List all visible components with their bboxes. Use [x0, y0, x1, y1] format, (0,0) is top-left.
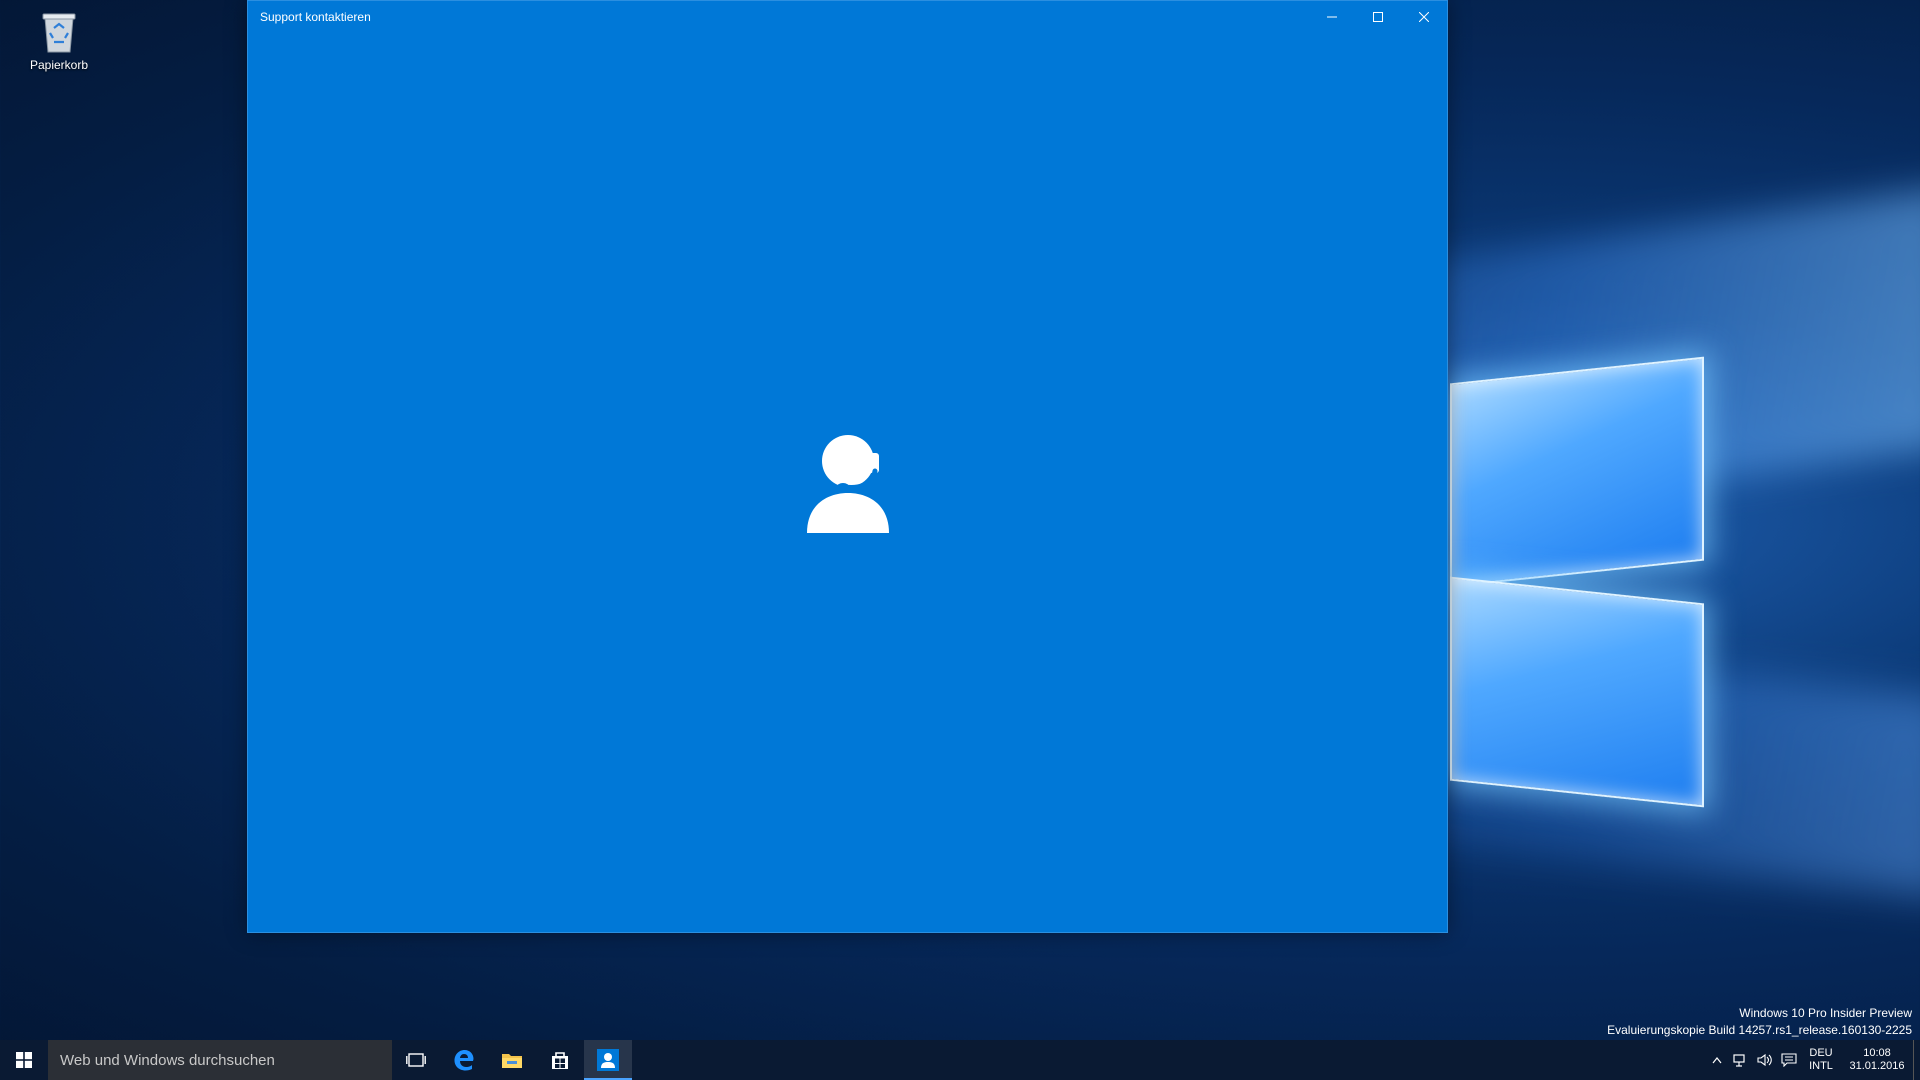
tray-overflow-button[interactable]	[1705, 1040, 1729, 1080]
logo-pane	[1450, 356, 1704, 588]
clock-date: 31.01.2016	[1849, 1060, 1905, 1072]
wallpaper-windows-logo	[1450, 340, 1720, 808]
close-button[interactable]	[1401, 1, 1447, 33]
network-button[interactable]	[1729, 1040, 1753, 1080]
minimize-button[interactable]	[1309, 1, 1355, 33]
search-box[interactable]: Web und Windows durchsuchen	[48, 1040, 392, 1080]
clock[interactable]: 10:08 31.01.2016	[1841, 1047, 1913, 1073]
build-watermark: Windows 10 Pro Insider Preview Evaluieru…	[1607, 1005, 1912, 1039]
folder-icon	[502, 1054, 522, 1068]
maximize-button[interactable]	[1355, 1, 1401, 33]
search-placeholder: Web und Windows durchsuchen	[60, 1051, 275, 1069]
volume-button[interactable]	[1753, 1040, 1777, 1080]
task-view-button[interactable]	[392, 1040, 440, 1080]
support-agent-headset-icon	[805, 433, 891, 533]
taskbar: Web und Windows durchsuchen DEU INTL 10:…	[0, 1040, 1920, 1080]
show-desktop-button[interactable]	[1913, 1040, 1920, 1080]
logo-pane	[1450, 576, 1704, 808]
language-indicator[interactable]: DEU INTL	[1801, 1047, 1841, 1073]
app-window: Support kontaktieren	[247, 0, 1448, 933]
close-icon	[1419, 12, 1429, 22]
chevron-up-icon	[1712, 1057, 1722, 1064]
store-icon	[552, 1052, 568, 1069]
task-view-icon	[406, 1053, 426, 1067]
file-explorer-button[interactable]	[488, 1040, 536, 1080]
desktop-icon-label: Papierkorb	[29, 58, 89, 72]
window-title: Support kontaktieren	[260, 10, 371, 24]
edge-button[interactable]	[440, 1040, 488, 1080]
windows-start-icon	[16, 1052, 32, 1068]
watermark-edition: Windows 10 Pro Insider Preview	[1739, 1006, 1912, 1020]
minimize-icon	[1327, 16, 1337, 18]
support-app-button[interactable]	[584, 1040, 632, 1080]
maximize-icon	[1373, 12, 1383, 22]
store-button[interactable]	[536, 1040, 584, 1080]
action-center-button[interactable]	[1777, 1040, 1801, 1080]
action-center-icon	[1781, 1053, 1797, 1067]
system-tray: DEU INTL 10:08 31.01.2016	[1705, 1040, 1920, 1080]
recycle-bin-icon	[39, 10, 79, 54]
clock-time: 10:08	[1863, 1047, 1891, 1059]
language-code: DEU	[1809, 1047, 1833, 1059]
desktop-icon-recycle-bin[interactable]: Papierkorb	[18, 6, 100, 72]
edge-icon	[454, 1050, 474, 1071]
keyboard-layout: INTL	[1809, 1060, 1833, 1072]
start-button[interactable]	[0, 1040, 48, 1080]
watermark-build: Evaluierungskopie Build 14257.rs1_releas…	[1607, 1023, 1912, 1037]
volume-icon	[1757, 1053, 1772, 1067]
network-icon	[1733, 1054, 1745, 1067]
support-icon	[597, 1049, 619, 1071]
window-titlebar[interactable]: Support kontaktieren	[248, 1, 1447, 33]
